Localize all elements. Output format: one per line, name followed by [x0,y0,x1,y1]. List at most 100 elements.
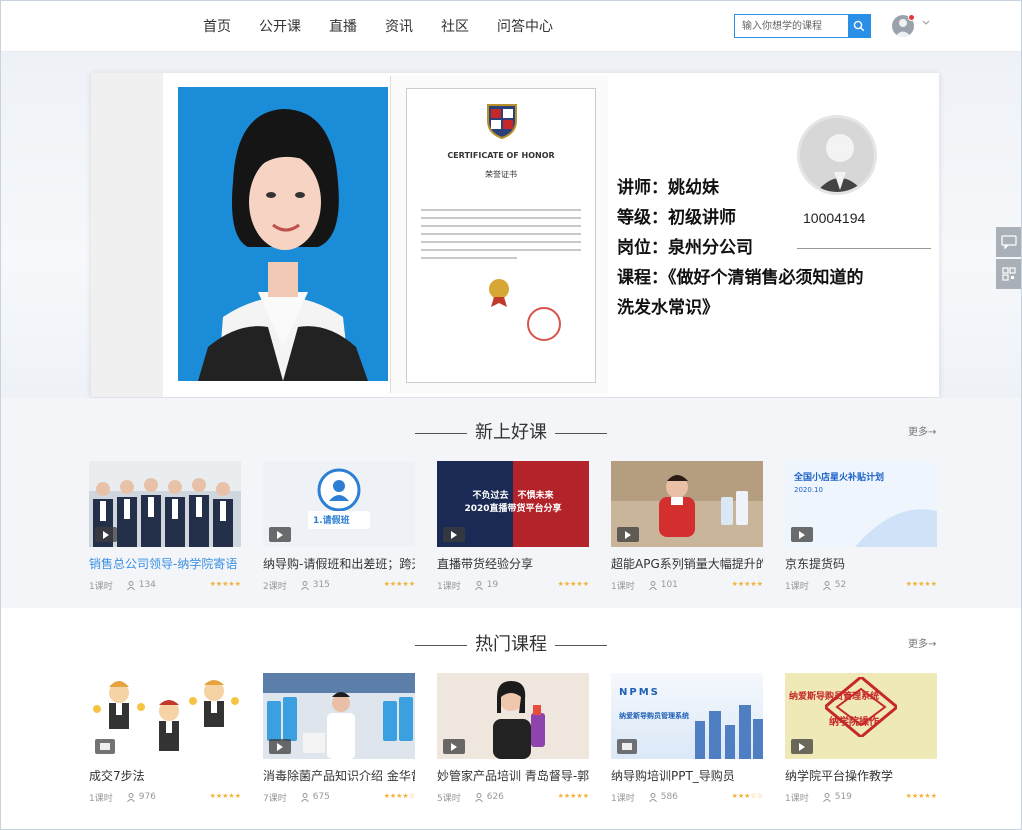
course-thumbnail[interactable]: 不负过去 不惧未来 2020直播带货平台分享 [437,461,589,547]
hot-course-list: 成交7步法 1课时 976 ★★★★★ 消毒除菌产品知识介绍 金华督 7课时 6… [89,673,959,804]
lesson-count: 1课时 [89,793,113,804]
play-icon [617,527,639,542]
user-icon [474,580,483,590]
course-thumbnail[interactable] [89,461,241,547]
search-box [734,14,871,38]
instructor-id: 10004194 [803,210,866,226]
user-icon [300,580,309,590]
notification-dot [908,14,915,21]
view-count: 134 [138,580,156,590]
course-thumbnail[interactable] [437,673,589,759]
view-count: 19 [486,580,499,590]
rating-stars: ★★★☆☆ [731,792,763,800]
image-icon [95,739,115,754]
qrcode-button[interactable] [996,259,1022,289]
rating-stars: ★★★★★ [557,580,589,588]
course-title[interactable]: 直播带货经验分享 [437,555,589,572]
course-thumbnail[interactable]: NPMS 纳爱斯导购员管理系统 [611,673,763,759]
instructor-banner[interactable]: CERTIFICATE OF HONOR 荣誉证书 讲师：姚幼妹 等级：初级讲师… [91,73,939,397]
play-icon [95,527,117,542]
nav-live[interactable]: 直播 [329,16,357,36]
course-title[interactable]: 纳学院平台操作教学 [785,767,937,784]
thumb-caption: 全国小店星火补贴计划 [794,473,885,483]
search-input[interactable] [735,15,848,37]
side-toolbar [996,227,1022,291]
lesson-count: 5课时 [437,793,461,804]
thumb-caption: 纳爱斯导购员管理系统 [619,712,689,720]
lesson-count: 1课时 [89,581,113,592]
section-title-new: 新上好课 [0,418,1022,444]
course-card[interactable]: 纳爱斯导购员管理系统 纳学院操作 纳学院平台操作教学 1课时 519 ★★★★★ [785,673,937,804]
view-count: 675 [312,792,330,802]
chat-button[interactable] [996,227,1022,257]
thumb-caption: 纳学院操作 [829,717,879,728]
course-thumbnail[interactable]: 1.请假班 [263,461,415,547]
rating-stars: ★★★★★ [209,580,241,588]
new-course-list: 销售总公司领导-纳学院寄语 1课时 134 ★★★★★ 1.请假班 纳导购-请假… [89,461,959,592]
user-icon [648,792,657,802]
course-thumbnail[interactable]: 全国小店星火补贴计划 2020.10 [785,461,937,547]
view-count: 315 [312,580,330,590]
course-card[interactable]: 全国小店星火补贴计划 2020.10 京东提货码 1课时 52 ★★★★★ [785,461,937,592]
cert-subtitle: 荣誉证书 [485,170,517,179]
user-icon [300,792,309,802]
course-thumbnail[interactable] [89,673,241,759]
course-card[interactable]: 超能APG系列销量大幅提升的 1课时 101 ★★★★★ [611,461,763,592]
instructor-info: 讲师：姚幼妹 等级：初级讲师 岗位：泉州分公司 课程：《做好个清销售必须知道的 … [617,173,931,323]
section-title-hot: 热门课程 [0,630,1022,656]
cert-title: CERTIFICATE OF HONOR [447,151,555,160]
info-line-course: 课程：《做好个清销售必须知道的 [617,268,864,288]
thumb-caption: 不负过去 不惧未来 [472,491,554,501]
course-title[interactable]: 消毒除菌产品知识介绍 金华督 [263,767,415,784]
red-seal-icon [527,307,561,341]
lesson-count: 1课时 [437,581,461,592]
play-icon [269,739,291,754]
course-title[interactable]: 纳导购培训PPT_导购员 [611,767,763,784]
rating-stars: ★★★★★ [209,792,241,800]
course-thumbnail[interactable] [263,673,415,759]
info-line-course-cont: 洗发水常识》 [617,298,719,318]
course-title[interactable]: 销售总公司领导-纳学院寄语 [89,555,241,572]
more-link-new[interactable]: 更多→ [908,423,936,438]
course-card[interactable]: 1.请假班 纳导购-请假班和出差班；跨天 2课时 315 ★★★★★ [263,461,415,592]
course-card[interactable]: 消毒除菌产品知识介绍 金华督 7课时 675 ★★★★☆ [263,673,415,804]
nav-open-course[interactable]: 公开课 [259,16,301,36]
course-card[interactable]: 销售总公司领导-纳学院寄语 1课时 134 ★★★★★ [89,461,241,592]
nav-community[interactable]: 社区 [441,16,469,36]
course-title[interactable]: 妙管家产品培训 青岛督导-郭 [437,767,589,784]
rating-stars: ★★★★☆ [383,792,415,800]
medal-icon [489,279,509,307]
user-icon [822,792,831,802]
course-title[interactable]: 超能APG系列销量大幅提升的 [611,555,763,572]
course-card[interactable]: 成交7步法 1课时 976 ★★★★★ [89,673,241,804]
user-icon [126,580,135,590]
play-icon [791,527,813,542]
course-card[interactable]: 不负过去 不惧未来 2020直播带货平台分享 直播带货经验分享 1课时 19 ★… [437,461,589,592]
nav-news[interactable]: 资讯 [385,16,413,36]
nav-home[interactable]: 首页 [203,16,231,36]
main-nav: 首页 公开课 直播 资讯 社区 问答中心 [203,0,581,52]
user-icon [648,580,657,590]
play-icon [443,739,465,754]
crest-icon [487,104,517,139]
course-title[interactable]: 京东提货码 [785,555,937,572]
more-link-hot[interactable]: 更多→ [908,635,936,650]
user-icon [126,792,135,802]
qrcode-icon [1002,267,1016,281]
instructor-avatar [797,115,877,195]
view-count: 976 [138,792,156,802]
course-card[interactable]: NPMS 纳爱斯导购员管理系统 纳导购培训PPT_导购员 1课时 586 ★★★… [611,673,763,804]
search-button[interactable] [848,15,870,37]
chevron-down-icon[interactable] [922,20,930,26]
course-title[interactable]: 成交7步法 [89,767,241,784]
play-icon [443,527,465,542]
lesson-count: 1课时 [611,793,635,804]
rating-stars: ★★★★★ [557,792,589,800]
course-thumbnail[interactable]: 纳爱斯导购员管理系统 纳学院操作 [785,673,937,759]
course-title[interactable]: 纳导购-请假班和出差班；跨天 [263,555,415,572]
course-card[interactable]: 妙管家产品培训 青岛督导-郭 5课时 626 ★★★★★ [437,673,589,804]
nav-qa-center[interactable]: 问答中心 [497,16,553,36]
thumb-caption: 1.请假班 [313,516,350,526]
course-thumbnail[interactable] [611,461,763,547]
thumb-caption: NPMS [619,687,660,698]
